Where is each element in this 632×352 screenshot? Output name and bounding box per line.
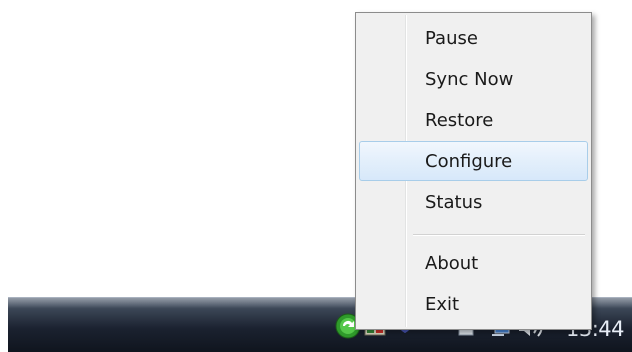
menu-item-label: Pause <box>425 28 478 49</box>
menu-item-exit[interactable]: Exit <box>359 284 588 324</box>
tray-context-menu: Pause Sync Now Restore Configure Status … <box>355 12 592 330</box>
menu-item-label: Configure <box>425 151 513 172</box>
menu-item-about[interactable]: About <box>359 243 588 283</box>
menu-item-label: Exit <box>425 294 460 315</box>
menu-item-status[interactable]: Status <box>359 182 588 222</box>
menu-item-label: Restore <box>425 110 494 131</box>
menu-item-pause[interactable]: Pause <box>359 18 588 58</box>
desktop: 13:44 Pause Sync Now Restore Configure S… <box>0 0 632 352</box>
menu-item-configure[interactable]: Configure <box>359 141 588 181</box>
menu-item-sync-now[interactable]: Sync Now <box>359 59 588 99</box>
menu-item-label: About <box>425 253 479 274</box>
menu-item-label: Status <box>425 192 483 213</box>
menu-item-restore[interactable]: Restore <box>359 100 588 140</box>
menu-item-label: Sync Now <box>425 69 514 90</box>
menu-separator <box>413 234 585 236</box>
